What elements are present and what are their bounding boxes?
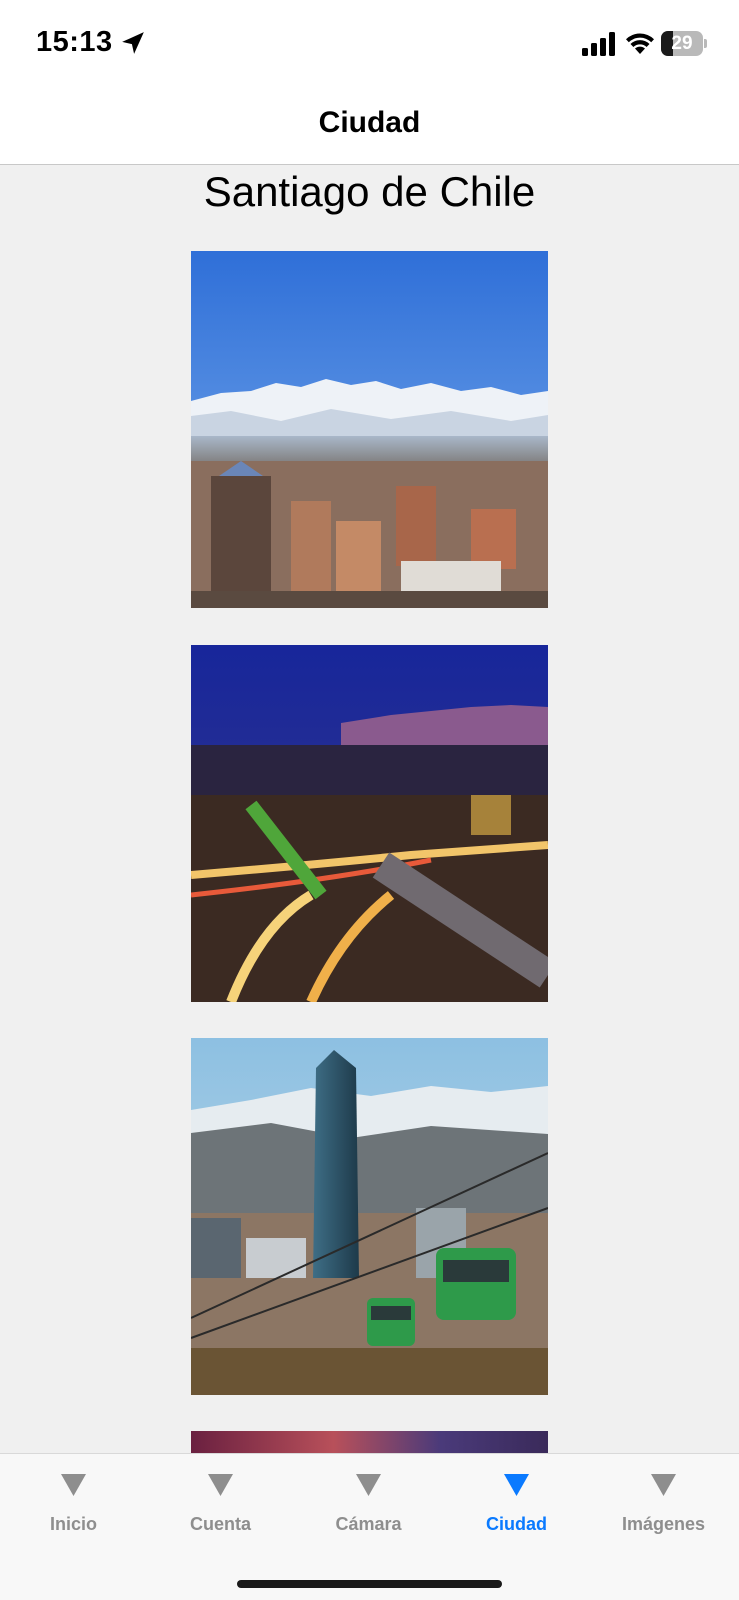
- city-photo-gran-torre[interactable]: [191, 1038, 548, 1395]
- battery-level: 29: [671, 33, 693, 54]
- city-photo-night[interactable]: [191, 645, 548, 1002]
- wifi-icon: [626, 33, 654, 54]
- navigation-bar: Ciudad: [0, 88, 739, 165]
- tab-bar: Inicio Cuenta Cámara Ciudad Imágenes: [0, 1453, 739, 1600]
- tab-label: Cuenta: [189, 1514, 251, 1534]
- battery-icon: 29: [661, 31, 707, 56]
- tab-cuenta[interactable]: Cuenta: [147, 1454, 294, 1554]
- city-title: Santiago de Chile: [203, 168, 536, 215]
- city-photo-partial[interactable]: [191, 1431, 548, 1453]
- triangle-down-icon: [504, 1474, 529, 1496]
- tab-label: Imágenes: [621, 1514, 706, 1534]
- tab-imagenes[interactable]: Imágenes: [590, 1454, 737, 1554]
- location-arrow-icon: [122, 32, 144, 54]
- cellular-signal-icon: [582, 32, 615, 56]
- tab-inicio[interactable]: Inicio: [0, 1454, 147, 1554]
- triangle-down-icon: [651, 1474, 676, 1496]
- triangle-down-icon: [208, 1474, 233, 1496]
- tab-label: Cámara: [335, 1514, 402, 1534]
- tab-camara[interactable]: Cámara: [295, 1454, 442, 1554]
- city-photo-skyline[interactable]: [191, 251, 548, 608]
- nav-title: Ciudad: [318, 106, 421, 139]
- tab-label: Ciudad: [486, 1514, 547, 1534]
- tab-ciudad[interactable]: Ciudad: [443, 1454, 590, 1554]
- triangle-down-icon: [61, 1474, 86, 1496]
- status-bar: 15:13 29: [0, 0, 739, 88]
- triangle-down-icon: [356, 1474, 381, 1496]
- status-time: 15:13: [36, 26, 113, 58]
- home-indicator[interactable]: [237, 1580, 502, 1588]
- scroll-content[interactable]: Santiago de Chile: [0, 166, 739, 1453]
- tab-label: Inicio: [49, 1514, 97, 1534]
